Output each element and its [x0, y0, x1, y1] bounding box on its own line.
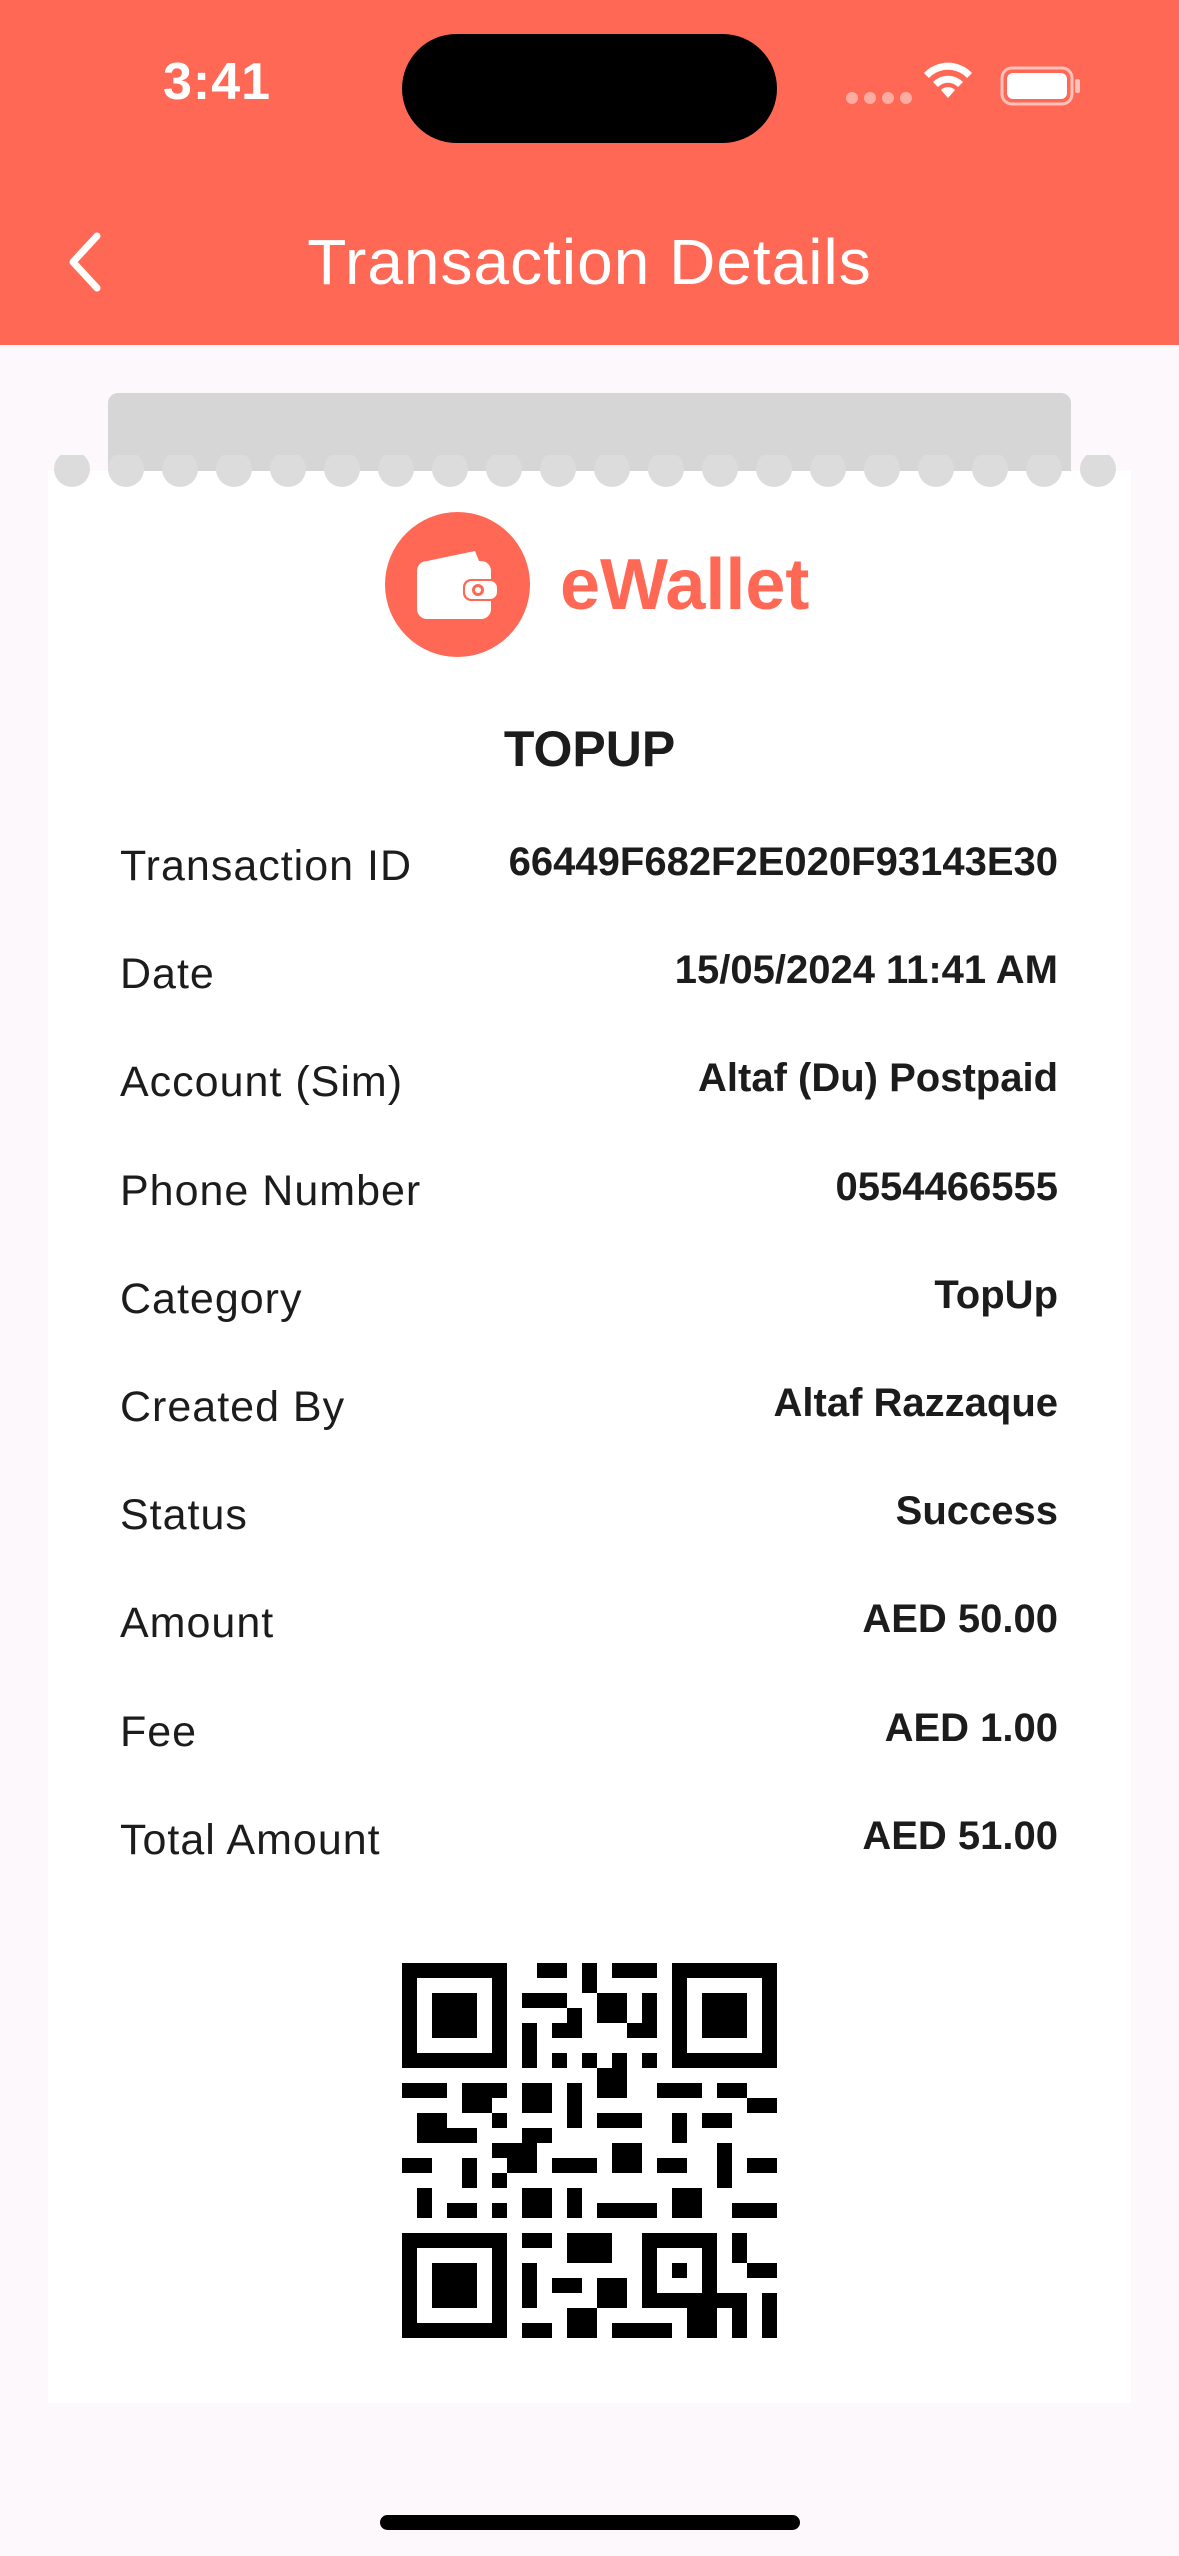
- back-button[interactable]: [50, 222, 120, 302]
- app-header: 3:41 Transaction Details: [0, 0, 1179, 345]
- brand-name: eWallet: [560, 545, 810, 625]
- detail-row-status: Status Success: [120, 1481, 1058, 1589]
- detail-label: Transaction ID: [120, 842, 413, 890]
- detail-label: Amount: [120, 1599, 275, 1648]
- detail-label: Fee: [120, 1707, 198, 1756]
- detail-label: Created By: [120, 1382, 346, 1431]
- detail-row-fee: Fee AED 1.00: [120, 1698, 1058, 1806]
- receipt-scalloped-edge: [54, 455, 1116, 487]
- chevron-left-icon: [69, 232, 101, 292]
- transaction-details-list: Transaction ID 66449F682F2E020F93143E30 …: [120, 832, 1058, 1914]
- wifi-icon: [924, 62, 972, 98]
- status-time: 3:41: [163, 53, 272, 111]
- dynamic-island: [402, 34, 777, 143]
- detail-row-phone-number: Phone Number 0554466555: [120, 1157, 1058, 1265]
- ewallet-logo: [385, 512, 530, 657]
- detail-label: Date: [120, 950, 215, 999]
- detail-label: Status: [120, 1491, 248, 1540]
- detail-row-date: Date 15/05/2024 11:41 AM: [120, 940, 1058, 1048]
- home-indicator[interactable]: [380, 2515, 800, 2530]
- detail-value: AED 51.00: [862, 1813, 1058, 1858]
- detail-row-amount: Amount AED 50.00: [120, 1589, 1058, 1697]
- detail-value: TopUp: [934, 1272, 1058, 1317]
- detail-row-transaction-id: Transaction ID 66449F682F2E020F93143E30: [120, 832, 1058, 940]
- detail-value: 66449F682F2E020F93143E30: [508, 840, 1058, 884]
- detail-value: Success: [895, 1489, 1058, 1534]
- detail-label: Account (Sim): [120, 1058, 404, 1107]
- cellular-signal-icon: [846, 92, 912, 104]
- detail-value: AED 1.00: [884, 1705, 1058, 1750]
- detail-label: Phone Number: [120, 1166, 422, 1215]
- page-title: Transaction Details: [307, 226, 872, 298]
- detail-row-account: Account (Sim) Altaf (Du) Postpaid: [120, 1048, 1058, 1156]
- detail-label: Total Amount: [120, 1815, 381, 1864]
- transaction-type: TOPUP: [503, 721, 676, 777]
- detail-value: 15/05/2024 11:41 AM: [674, 948, 1058, 993]
- detail-label: Category: [120, 1274, 303, 1323]
- detail-value: Altaf Razzaque: [773, 1380, 1059, 1425]
- battery-icon: [1000, 66, 1080, 106]
- detail-value: Altaf (Du) Postpaid: [698, 1056, 1058, 1101]
- detail-value: AED 50.00: [862, 1597, 1058, 1642]
- detail-value: 0554466555: [835, 1164, 1058, 1209]
- qr-code: [402, 1963, 777, 2338]
- detail-row-total-amount: Total Amount AED 51.00: [120, 1806, 1058, 1914]
- detail-row-category: Category TopUp: [120, 1265, 1058, 1373]
- detail-row-created-by: Created By Altaf Razzaque: [120, 1373, 1058, 1481]
- wallet-icon: [416, 550, 499, 619]
